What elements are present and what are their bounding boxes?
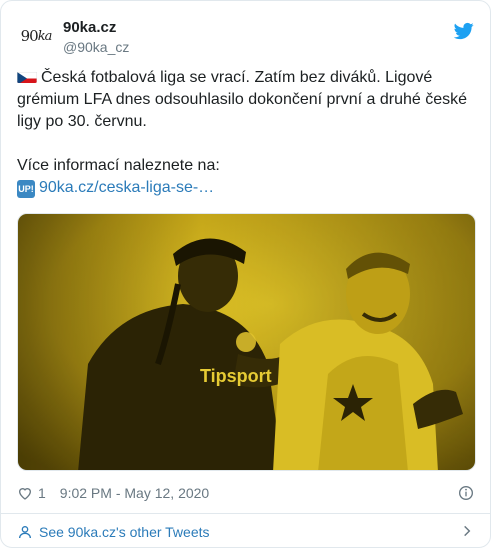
czech-flag-icon	[17, 70, 37, 83]
see-other-tweets-link[interactable]: See 90ka.cz's other Tweets	[17, 514, 474, 547]
see-other-tweets-label[interactable]: See 90ka.cz's other Tweets	[39, 524, 210, 540]
tweet-line-2: Více informací naleznete na:	[17, 157, 220, 174]
article-link[interactable]: 90ka.cz/ceska-liga-se-…	[39, 179, 214, 196]
info-icon[interactable]	[458, 485, 474, 501]
up-badge-icon: UP!	[17, 180, 35, 198]
tweet-meta: 1 9:02 PM - May 12, 2020	[17, 483, 474, 503]
tweet-line-1: Česká fotbalová liga se vrací. Zatím bez…	[17, 69, 468, 130]
chevron-right-icon[interactable]	[460, 524, 474, 538]
tweet-card: 90 ka 90ka.cz @90ka_cz Česká fotbalová li…	[0, 0, 491, 548]
like-count[interactable]: 1	[38, 485, 46, 501]
tweet-text: Česká fotbalová liga se vrací. Zatím bez…	[17, 67, 477, 199]
person-icon	[19, 525, 31, 538]
football-players-photo: Tipsport	[18, 214, 475, 470]
heart-icon[interactable]	[17, 485, 33, 501]
tweet-header: 90 ka 90ka.cz @90ka_cz	[17, 15, 474, 59]
tweet-timestamp[interactable]: 9:02 PM - May 12, 2020	[60, 485, 209, 501]
handle[interactable]: @90ka_cz	[63, 38, 129, 56]
avatar-suffix: ka	[37, 28, 53, 44]
avatar-number: 90	[20, 27, 39, 45]
author-names[interactable]: 90ka.cz @90ka_cz	[63, 19, 129, 56]
avatar[interactable]: 90 ka	[17, 17, 55, 55]
tweet-photo[interactable]: Tipsport	[17, 213, 476, 471]
display-name[interactable]: 90ka.cz	[63, 19, 129, 37]
twitter-bird-icon[interactable]	[454, 21, 474, 41]
